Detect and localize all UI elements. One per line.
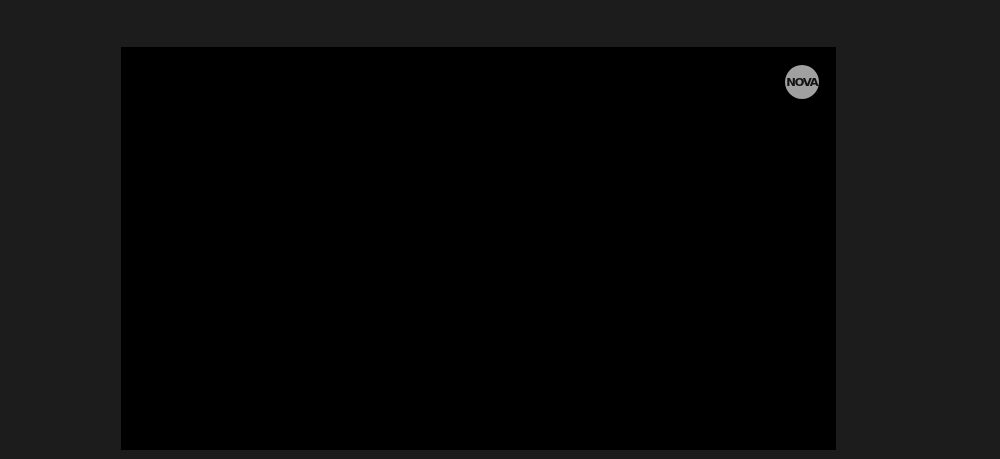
channel-logo-text: NOVA: [786, 75, 818, 89]
page: NOVA: [0, 0, 1000, 459]
video-player[interactable]: NOVA: [121, 47, 836, 450]
nova-logo-icon: NOVA: [785, 65, 819, 99]
